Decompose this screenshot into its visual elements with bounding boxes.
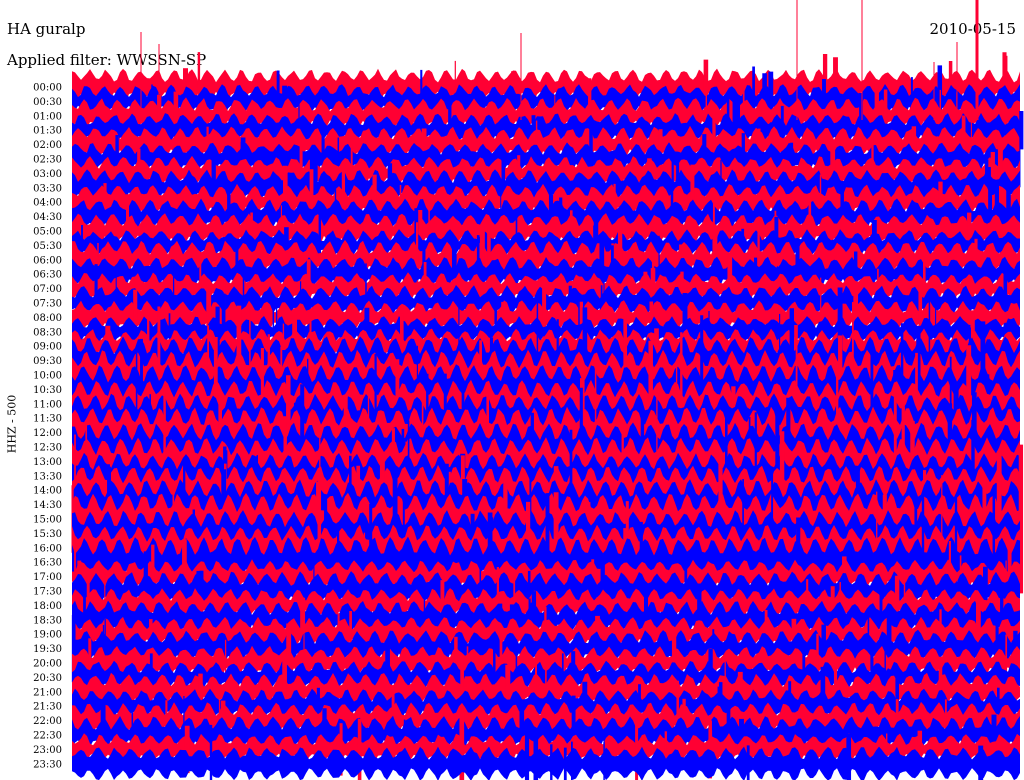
row-label: 13:00 [33,457,62,468]
row-label: 18:30 [33,615,62,626]
row-label: 21:30 [33,702,62,713]
row-label: 16:30 [33,558,62,569]
row-label: 22:00 [33,716,62,727]
row-label: 05:30 [33,241,62,252]
row-label: 00:00 [33,83,62,94]
row-label: 10:30 [33,385,62,396]
row-label: 16:00 [33,543,62,554]
row-label: 02:30 [33,155,62,166]
row-label: 06:30 [33,270,62,281]
row-label-group: 00:00 00:30 01:00 01:30 02:00 02:30 03:00 03:30… [33,83,62,771]
row-label: 15:30 [33,529,62,540]
row-label: 03:00 [33,169,62,180]
helicorder-plot: 00:00 00:30 01:00 01:30 02:00 02:30 03:00 03:30… [33,0,1024,780]
trace-group [71,0,1024,780]
row-label: 02:00 [33,140,62,151]
row-label: 17:30 [33,587,62,598]
row-label: 01:00 [33,111,62,122]
row-label: 10:00 [33,371,62,382]
row-label: 07:30 [33,299,62,310]
row-label: 04:30 [33,212,62,223]
row-label: 14:00 [33,486,62,497]
row-label: 06:00 [33,255,62,266]
row-label: 09:00 [33,342,62,353]
row-label: 23:00 [33,745,62,756]
row-label: 17:00 [33,572,62,583]
row-label: 20:00 [33,659,62,670]
row-label: 03:30 [33,183,62,194]
row-label: 01:30 [33,126,62,137]
row-label: 13:30 [33,471,62,482]
row-label: 18:00 [33,601,62,612]
row-label: 14:30 [33,500,62,511]
row-label: 19:30 [33,644,62,655]
row-label: 15:00 [33,515,62,526]
row-label: 12:00 [33,428,62,439]
row-label: 19:00 [33,630,62,641]
row-label: 07:00 [33,284,62,295]
row-label: 22:30 [33,731,62,742]
row-label: 00:30 [33,97,62,108]
row-label: 08:30 [33,327,62,338]
row-label: 23:30 [33,759,62,770]
row-label: 09:30 [33,356,62,367]
row-label: 21:00 [33,687,62,698]
row-label: 05:00 [33,227,62,238]
row-label: 11:30 [33,414,62,425]
row-label: 20:30 [33,673,62,684]
row-label: 11:00 [33,399,62,410]
row-label: 08:00 [33,313,62,324]
row-label: 12:30 [33,443,62,454]
row-label: 04:00 [33,198,62,209]
